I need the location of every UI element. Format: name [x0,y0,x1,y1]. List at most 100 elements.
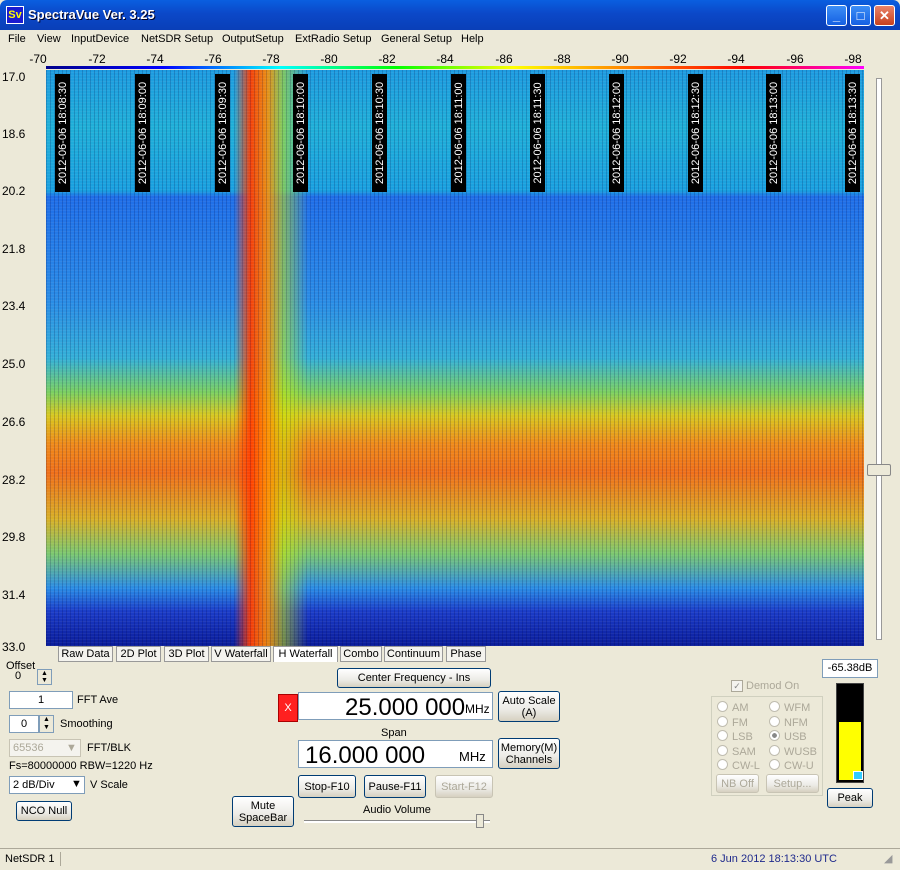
maximize-button[interactable]: □ [850,5,871,26]
tab-v-waterfall[interactable]: V Waterfall [211,646,271,662]
menu-view[interactable]: View [37,33,61,45]
timestamp-marker: 2012-06-06 18:12:30 [688,74,703,192]
timestamp-marker: 2012-06-06 18:10:00 [293,74,308,192]
span-value: 16.000 000 [305,742,426,769]
timestamp-marker: 2012-06-06 18:11:00 [451,74,466,192]
radio-am[interactable]: AM [717,701,749,714]
close-button[interactable]: ✕ [874,5,895,26]
smoothing-input[interactable]: 0 [9,715,39,733]
stop-button[interactable]: Stop-F10 [298,775,356,798]
mute-button[interactable]: Mute SpaceBar [232,796,294,827]
axis-tick: -84 [436,52,454,66]
audio-volume-track [304,820,490,823]
title-bar: Sv SpectraVue Ver. 3.25 _ □ ✕ [0,0,900,30]
timestamp-marker: 2012-06-06 18:09:30 [215,74,230,192]
signal-level-readout: -65.38dB [822,659,878,678]
radio-lsb[interactable]: LSB [717,730,753,743]
axis-tick: 20.2 [2,184,26,198]
timestamp-marker: 2012-06-06 18:12:00 [609,74,624,192]
vertical-slider-thumb[interactable] [867,464,891,476]
audio-volume-label: Audio Volume [363,804,431,816]
menu-outputsetup[interactable]: OutputSetup [222,33,284,45]
axis-tick: -76 [204,52,222,66]
tab-3d-plot[interactable]: 3D Plot [164,646,209,662]
waterfall-display[interactable]: 2012-06-06 18:08:30 2012-06-06 18:09:00 … [46,70,864,646]
tab-2d-plot[interactable]: 2D Plot [116,646,161,662]
demod-checkbox[interactable]: ✓ [731,680,743,692]
chevron-down-icon: ▼ [66,742,77,754]
timestamp-marker: 2012-06-06 18:08:30 [55,74,70,192]
resize-grip-icon[interactable]: ◢ [884,852,892,865]
axis-tick: 25.0 [2,357,26,371]
menu-netsdr-setup[interactable]: NetSDR Setup [141,33,213,45]
axis-tick: 17.0 [2,70,26,84]
radio-cw-l[interactable]: CW-L [717,759,760,772]
window-title: SpectraVue Ver. 3.25 [28,7,155,22]
axis-tick: -90 [611,52,629,66]
timestamp-marker: 2012-06-06 18:09:00 [135,74,150,192]
status-bar: NetSDR 1 6 Jun 2012 18:13:30 UTC ◢ [0,848,900,870]
audio-volume-slider[interactable] [476,814,484,828]
radio-nfm[interactable]: NFM [769,716,808,729]
axis-tick: -72 [88,52,106,66]
tab-combo[interactable]: Combo [340,646,382,662]
axis-tick: 29.8 [2,530,26,544]
axis-tick: -94 [727,52,745,66]
tab-phase[interactable]: Phase [446,646,486,662]
axis-tick: -70 [29,52,47,66]
tab-h-waterfall[interactable]: H Waterfall [273,646,338,662]
memory-channels-button[interactable]: Memory(M) Channels [498,738,560,769]
radio-fm[interactable]: FM [717,716,748,729]
device-status: NetSDR 1 [5,853,55,865]
offset-value[interactable]: 0 [9,670,37,684]
axis-tick: 26.6 [2,415,26,429]
status-datetime: 6 Jun 2012 18:13:30 UTC [711,853,837,865]
tab-raw-data[interactable]: Raw Data [58,646,113,662]
menu-help[interactable]: Help [461,33,484,45]
menu-inputdevice[interactable]: InputDevice [71,33,129,45]
span-field[interactable]: 16.000 000 MHz [298,740,493,769]
axis-tick: -98 [844,52,862,66]
fft-blk-label: FFT/BLK [87,742,132,754]
minimize-button[interactable]: _ [826,5,847,26]
status-divider [60,852,61,866]
center-frequency-unit: MHz [465,702,490,716]
center-frequency-field[interactable]: 25.000 000 MHz [298,692,493,721]
radio-sam[interactable]: SAM [717,745,756,758]
menu-general-setup[interactable]: General Setup [381,33,452,45]
center-frequency-value: 25.000 000 [345,694,466,721]
close-icon[interactable]: X [278,694,298,722]
axis-tick: 23.4 [2,299,26,313]
axis-tick: -96 [786,52,804,66]
nb-off-button[interactable]: NB Off [716,774,759,793]
tab-continuum[interactable]: Continuum [384,646,443,662]
axis-tick: 28.2 [2,473,26,487]
radio-cw-u[interactable]: CW-U [769,759,814,772]
radio-wfm[interactable]: WFM [769,701,810,714]
smoothing-spinner[interactable]: ▲ ▼ [39,715,54,733]
nco-null-button[interactable]: NCO Null [16,801,72,821]
app-icon: Sv [6,6,24,24]
demod-setup-button[interactable]: Setup... [766,774,819,793]
offset-spinner[interactable]: ▲ ▼ [37,669,52,685]
radio-wusb[interactable]: WUSB [769,745,817,758]
pause-button[interactable]: Pause-F11 [364,775,426,798]
chevron-down-icon: ▼ [71,778,82,790]
timestamp-marker: 2012-06-06 18:13:00 [766,74,781,192]
vscale-label: V Scale [90,779,128,791]
auto-scale-button[interactable]: Auto Scale (A) [498,691,560,722]
fft-ave-input[interactable]: 1 [9,691,73,709]
peak-button[interactable]: Peak [827,788,873,808]
menu-file[interactable]: File [8,33,26,45]
timestamp-marker: 2012-06-06 18:10:30 [372,74,387,192]
start-button[interactable]: Start-F12 [435,775,493,798]
meter-peak-marker [853,771,863,780]
center-frequency-button[interactable]: Center Frequency - Ins [337,668,491,688]
axis-tick: -74 [146,52,164,66]
signal-meter [836,683,864,783]
menu-extradio-setup[interactable]: ExtRadio Setup [295,33,371,45]
timestamp-marker: 2012-06-06 18:13:30 [845,74,860,192]
axis-tick: 31.4 [2,588,26,602]
timestamp-marker: 2012-06-06 18:11:30 [530,74,545,192]
radio-usb[interactable]: USB [769,730,807,743]
